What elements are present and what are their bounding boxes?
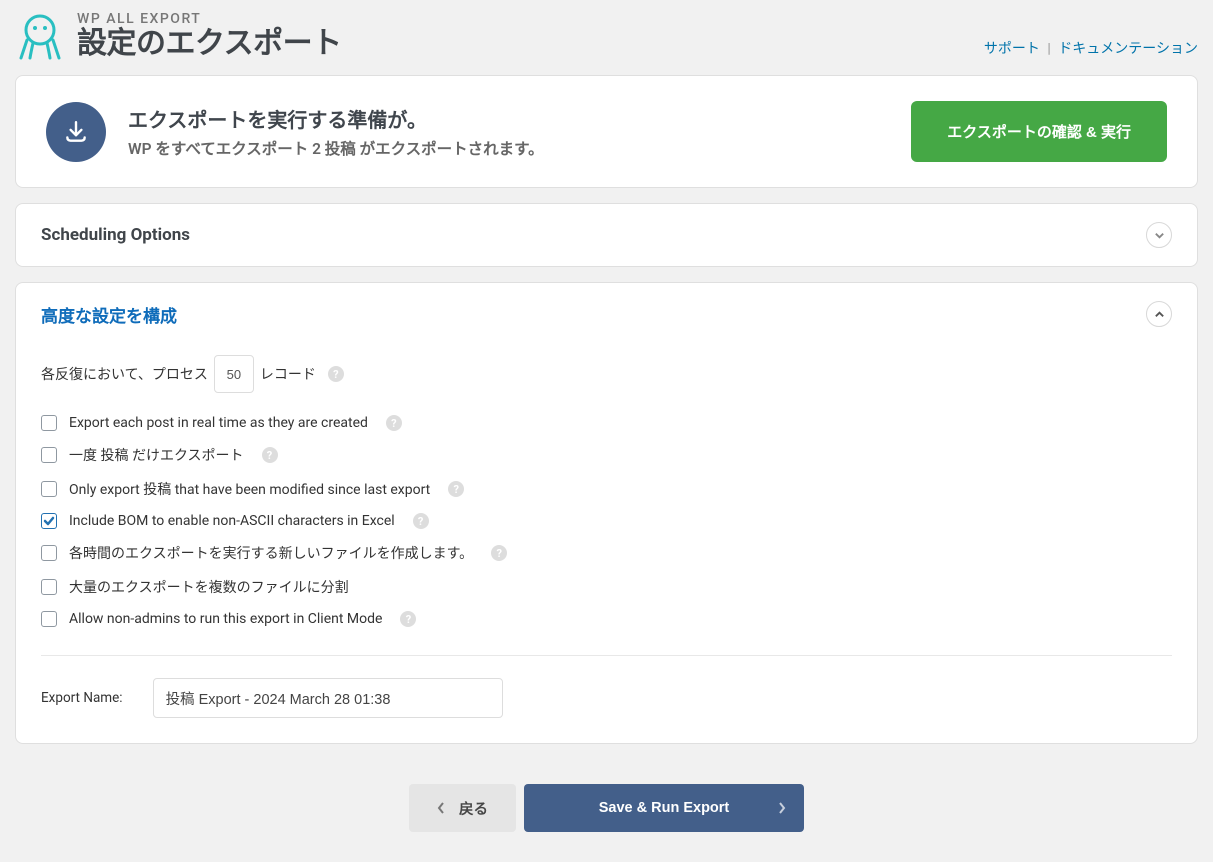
checkbox-label: 各時間のエクスポートを実行する新しいファイルを作成します。 <box>69 543 473 563</box>
divider <box>41 655 1172 656</box>
logo-icon <box>15 10 65 60</box>
checkbox-label: 一度 投稿 だけエクスポート <box>69 445 244 465</box>
page-header: WP ALL EXPORT 設定のエクスポート サポート | ドキュメンテーショ… <box>0 0 1213 75</box>
checkbox-label: 大量のエクスポートを複数のファイルに分割 <box>69 577 349 597</box>
support-link[interactable]: サポート <box>984 41 1040 57</box>
scheduling-title: Scheduling Options <box>41 225 190 245</box>
back-button-label: 戻る <box>459 798 488 819</box>
save-button-label: Save & Run Export <box>599 800 730 816</box>
checkbox-label: Only export 投稿 that have been modified s… <box>69 479 430 499</box>
page-title: 設定のエクスポート <box>77 27 342 60</box>
records-per-iteration-row: 各反復において、プロセス レコード ? <box>41 355 1172 393</box>
checkbox[interactable] <box>41 415 57 431</box>
save-run-button[interactable]: Save & Run Export <box>524 784 804 832</box>
checkbox-row: Include BOM to enable non-ASCII characte… <box>41 513 1172 529</box>
advanced-title: 高度な設定を構成 <box>41 302 177 327</box>
checkbox-label: Export each post in real time as they ar… <box>69 415 368 431</box>
chevron-down-icon <box>1146 222 1172 248</box>
checkbox-row: 各時間のエクスポートを実行する新しいファイルを作成します。? <box>41 543 1172 563</box>
checkbox[interactable] <box>41 579 57 595</box>
export-name-input[interactable] <box>153 678 503 718</box>
export-name-row: Export Name: <box>41 678 1172 718</box>
header-links: サポート | ドキュメンテーション <box>984 10 1198 58</box>
help-icon[interactable]: ? <box>448 481 464 497</box>
chevron-up-icon <box>1146 301 1172 327</box>
help-icon[interactable]: ? <box>400 611 416 627</box>
help-icon[interactable]: ? <box>413 513 429 529</box>
checkbox[interactable] <box>41 545 57 561</box>
footer-buttons: 戻る Save & Run Export <box>0 759 1213 862</box>
scheduling-panel: Scheduling Options <box>15 203 1198 267</box>
ready-panel: エクスポートを実行する準備が。 WP をすべてエクスポート 2 投稿 がエクスポ… <box>15 75 1198 188</box>
checkbox-row: 一度 投稿 だけエクスポート? <box>41 445 1172 465</box>
scheduling-header[interactable]: Scheduling Options <box>16 204 1197 266</box>
advanced-header[interactable]: 高度な設定を構成 <box>16 283 1197 345</box>
help-icon[interactable]: ? <box>386 415 402 431</box>
checkbox[interactable] <box>41 447 57 463</box>
download-icon <box>46 102 106 162</box>
checkbox[interactable] <box>41 513 57 529</box>
records-input[interactable] <box>214 355 254 393</box>
ready-title: エクスポートを実行する準備が。 <box>128 104 544 133</box>
records-prefix: 各反復において、プロセス <box>41 364 208 384</box>
confirm-run-button[interactable]: エクスポートの確認 & 実行 <box>911 101 1167 162</box>
checkbox-row: Export each post in real time as they ar… <box>41 415 1172 431</box>
help-icon[interactable]: ? <box>491 545 507 561</box>
help-icon[interactable]: ? <box>328 366 344 382</box>
brand-name: WP ALL EXPORT <box>77 11 342 27</box>
checkbox-row: Only export 投稿 that have been modified s… <box>41 479 1172 499</box>
checkbox[interactable] <box>41 481 57 497</box>
export-name-label: Export Name: <box>41 690 123 706</box>
checkbox-row: Allow non-admins to run this export in C… <box>41 611 1172 627</box>
checkbox-label: Include BOM to enable non-ASCII characte… <box>69 513 395 529</box>
checkbox[interactable] <box>41 611 57 627</box>
back-button[interactable]: 戻る <box>409 784 516 832</box>
checkbox-label: Allow non-admins to run this export in C… <box>69 611 382 627</box>
ready-subtitle: WP をすべてエクスポート 2 投稿 がエクスポートされます。 <box>128 137 544 159</box>
docs-link[interactable]: ドキュメンテーション <box>1058 41 1198 57</box>
records-suffix: レコード <box>260 364 316 384</box>
checkbox-row: 大量のエクスポートを複数のファイルに分割 <box>41 577 1172 597</box>
help-icon[interactable]: ? <box>262 447 278 463</box>
advanced-panel: 高度な設定を構成 各反復において、プロセス レコード ? Export each… <box>15 282 1198 744</box>
